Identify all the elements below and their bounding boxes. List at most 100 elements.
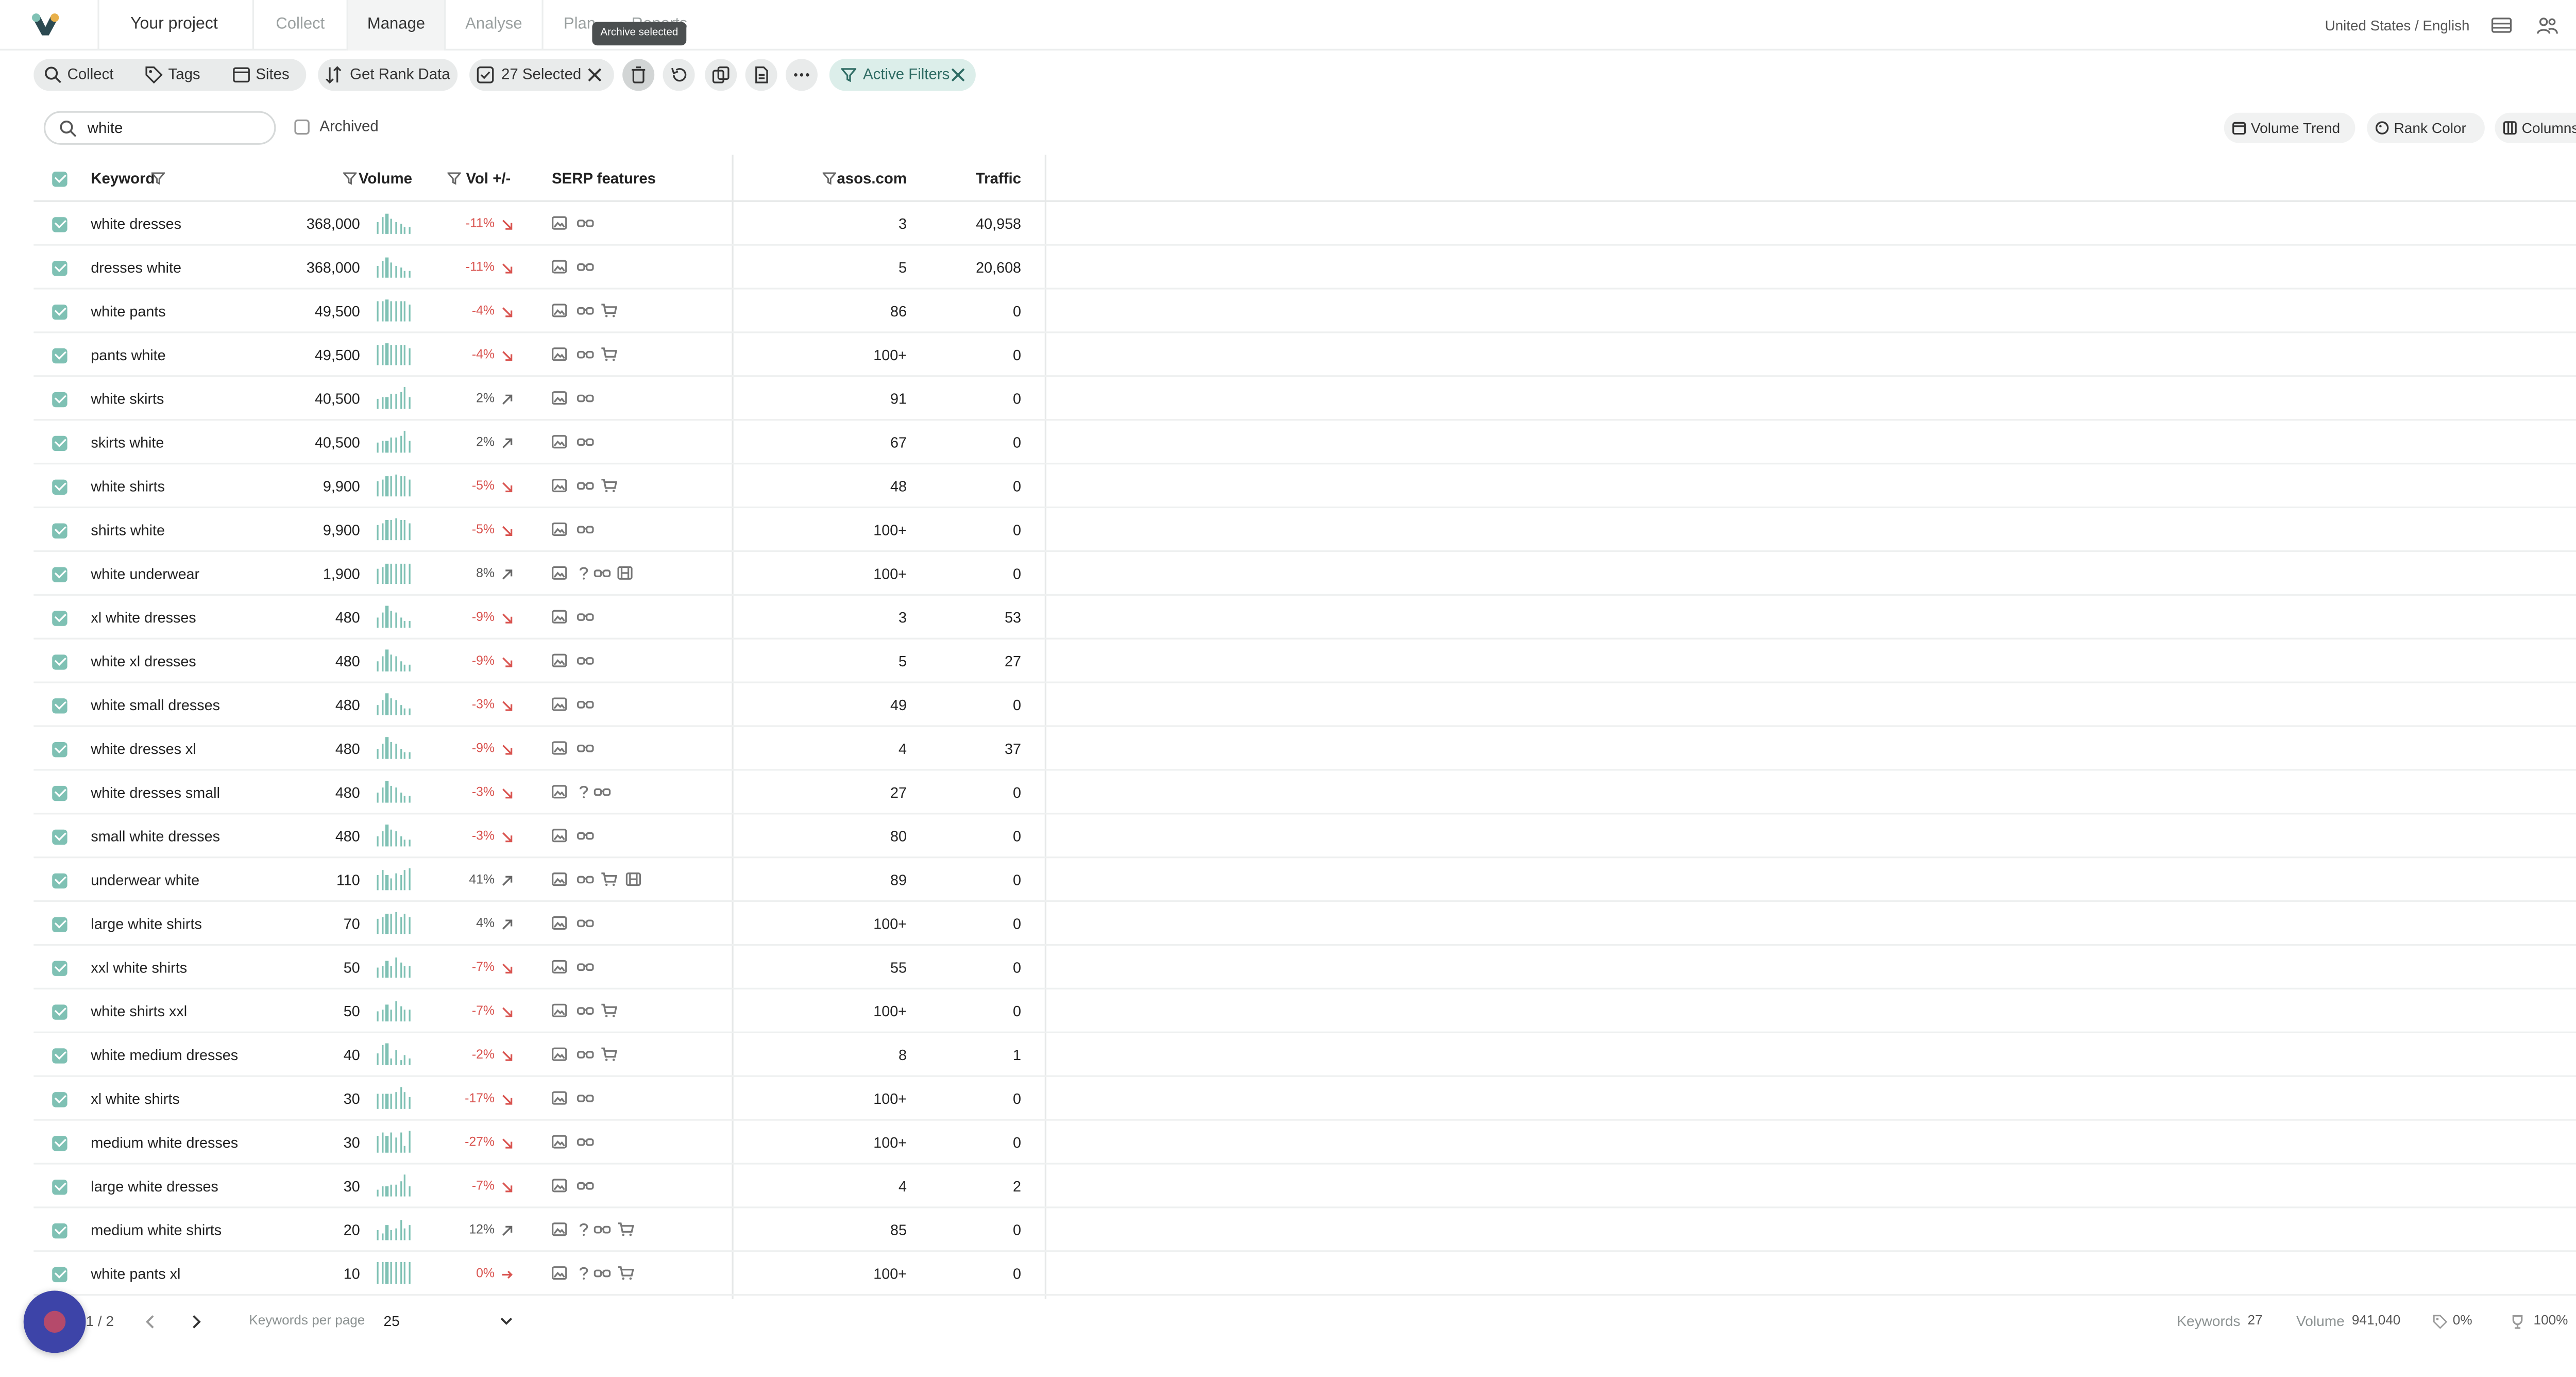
keyword-cell[interactable]: large white dresses xyxy=(91,1165,218,1208)
row-checkbox[interactable] xyxy=(52,391,67,407)
filter-icon[interactable] xyxy=(447,172,461,185)
table-row[interactable]: white dresses xl 480 -9% 4 37 xyxy=(33,727,2576,771)
row-checkbox[interactable] xyxy=(52,741,67,757)
row-checkbox[interactable] xyxy=(52,1135,67,1150)
table-row[interactable]: white pants 49,500 -4% 86 0 xyxy=(33,290,2576,333)
row-checkbox[interactable] xyxy=(52,653,67,669)
table-row[interactable]: pants white 49,500 -4% 100+ 0 xyxy=(33,333,2576,377)
row-checkbox[interactable] xyxy=(52,1179,67,1194)
row-checkbox[interactable] xyxy=(52,872,67,888)
users-icon[interactable] xyxy=(2535,13,2559,37)
keyword-cell[interactable]: pants white xyxy=(91,333,165,377)
keyword-column-header[interactable]: Keyword xyxy=(91,155,165,201)
site-column-header[interactable]: asos.com xyxy=(822,155,907,201)
row-checkbox[interactable] xyxy=(52,566,67,582)
active-filters-button[interactable]: Active Filters xyxy=(829,59,976,91)
row-checkbox[interactable] xyxy=(52,610,67,626)
keyword-cell[interactable]: white skirts xyxy=(91,377,164,421)
row-checkbox[interactable] xyxy=(52,1091,67,1106)
select-all-checkbox[interactable] xyxy=(52,171,67,186)
keyword-cell[interactable]: skirts white xyxy=(91,421,164,464)
project-selector[interactable]: Your project xyxy=(97,0,249,51)
traffic-column-header[interactable]: Traffic xyxy=(942,155,1021,201)
row-checkbox[interactable] xyxy=(52,960,67,976)
row-checkbox[interactable] xyxy=(52,435,67,450)
row-checkbox[interactable] xyxy=(52,1266,67,1282)
archive-button[interactable] xyxy=(622,59,655,91)
tab-manage[interactable]: Manage xyxy=(346,0,445,51)
serp-column-header[interactable]: SERP features xyxy=(552,155,656,201)
table-row[interactable]: medium white dresses 30 -27% 100+ 0 xyxy=(33,1121,2576,1165)
row-checkbox[interactable] xyxy=(52,304,67,319)
tags-button[interactable]: Tags xyxy=(138,59,200,91)
table-row[interactable]: white medium dresses 40 -2% 8 1 xyxy=(33,1033,2576,1077)
row-checkbox[interactable] xyxy=(52,522,67,538)
columns-button[interactable]: Columns xyxy=(2495,112,2576,143)
keyword-cell[interactable]: xl white shirts xyxy=(91,1077,179,1121)
copy-button[interactable] xyxy=(705,59,737,91)
table-row[interactable]: white small dresses 480 -3% 49 0 xyxy=(33,683,2576,727)
keyword-cell[interactable]: medium white shirts xyxy=(91,1208,222,1252)
filter-icon[interactable] xyxy=(343,172,357,185)
keyword-cell[interactable]: white shirts xyxy=(91,464,165,508)
export-button[interactable] xyxy=(745,59,777,91)
per-page-select[interactable]: 25 xyxy=(383,1313,399,1330)
row-checkbox[interactable] xyxy=(52,1047,67,1063)
row-checkbox[interactable] xyxy=(52,260,67,275)
list-icon[interactable] xyxy=(2490,13,2514,37)
volume-trend-button[interactable]: Volume Trend xyxy=(2224,112,2355,143)
keyword-cell[interactable]: dresses white xyxy=(91,246,181,290)
table-row[interactable]: xxl white shirts 50 -7% 55 0 xyxy=(33,946,2576,989)
keyword-cell[interactable]: white shirts xxl xyxy=(91,989,187,1033)
keyword-cell[interactable]: white small dresses xyxy=(91,683,220,727)
table-row[interactable]: large white shirts 70 4% 100+ 0 xyxy=(33,902,2576,946)
filter-icon[interactable] xyxy=(822,172,836,185)
table-row[interactable]: shirts white 9,900 -5% 100+ 0 xyxy=(33,508,2576,552)
row-checkbox[interactable] xyxy=(52,478,67,494)
vol-change-column-header[interactable]: Vol +/- xyxy=(447,155,511,201)
table-row[interactable]: white skirts 40,500 2% 91 0 xyxy=(33,377,2576,421)
keyword-cell[interactable]: white dresses xl xyxy=(91,727,196,771)
row-checkbox[interactable] xyxy=(52,785,67,800)
table-row[interactable]: xl white shirts 30 -17% 100+ 0 xyxy=(33,1077,2576,1121)
keyword-cell[interactable]: medium white dresses xyxy=(91,1121,238,1165)
row-checkbox[interactable] xyxy=(52,1003,67,1019)
keyword-cell[interactable]: white pants xl xyxy=(91,1252,180,1296)
table-row[interactable]: white pants xl 10 0% 100+ 0 xyxy=(33,1252,2576,1296)
row-checkbox[interactable] xyxy=(52,1222,67,1238)
locale-selector[interactable]: United States / English xyxy=(2325,0,2470,51)
keyword-cell[interactable]: xxl white shirts xyxy=(91,946,187,989)
chevron-left-icon[interactable] xyxy=(143,1314,157,1329)
keyword-cell[interactable]: xl white dresses xyxy=(91,596,196,640)
chevron-right-icon[interactable] xyxy=(190,1314,204,1329)
volume-column-header[interactable]: Volume xyxy=(343,155,412,201)
search-box[interactable]: white xyxy=(43,111,276,145)
table-row[interactable]: medium white shirts 20 12% 85 0 xyxy=(33,1208,2576,1252)
clear-selection-icon[interactable] xyxy=(587,68,602,82)
keyword-cell[interactable]: white medium dresses xyxy=(91,1033,238,1077)
tab-analyse[interactable]: Analyse xyxy=(444,0,541,51)
sites-button[interactable]: Sites xyxy=(226,59,290,91)
get-rank-data-button[interactable]: Get Rank Data xyxy=(318,59,450,91)
row-checkbox[interactable] xyxy=(52,697,67,713)
keyword-cell[interactable]: large white shirts xyxy=(91,902,202,946)
table-row[interactable]: xl white dresses 480 -9% 3 53 xyxy=(33,596,2576,640)
archived-checkbox[interactable] xyxy=(294,119,310,135)
clear-filters-icon[interactable] xyxy=(951,68,965,82)
keyword-cell[interactable]: small white dresses xyxy=(91,814,220,858)
row-checkbox[interactable] xyxy=(52,829,67,844)
keyword-cell[interactable]: white dresses small xyxy=(91,771,220,815)
row-checkbox[interactable] xyxy=(52,216,67,231)
table-row[interactable]: white dresses small 480 -3% 27 0 xyxy=(33,771,2576,815)
table-row[interactable]: white xl dresses 480 -9% 5 27 xyxy=(33,640,2576,683)
table-row[interactable]: dresses white 368,000 -11% 5 20,608 xyxy=(33,246,2576,290)
keyword-cell[interactable]: white pants xyxy=(91,290,165,333)
tab-collect[interactable]: Collect xyxy=(252,0,347,51)
chevron-down-icon[interactable] xyxy=(500,1316,513,1328)
restore-button[interactable] xyxy=(663,59,695,91)
table-row[interactable]: underwear white 110 41% 89 0 xyxy=(33,858,2576,902)
filter-icon[interactable] xyxy=(151,172,165,185)
keyword-cell[interactable]: shirts white xyxy=(91,508,165,552)
table-row[interactable]: white dresses 368,000 -11% 3 40,958 xyxy=(33,202,2576,246)
rank-color-button[interactable]: Rank Color xyxy=(2367,112,2485,143)
